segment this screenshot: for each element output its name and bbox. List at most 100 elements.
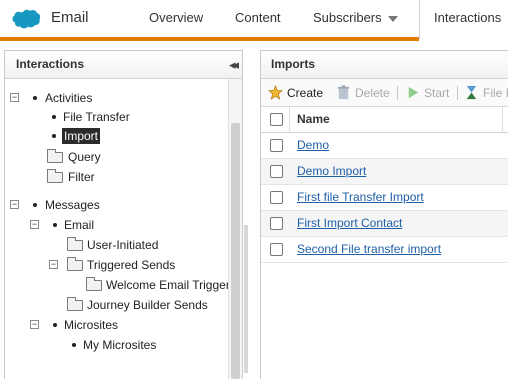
tree-node-label: File Transfer <box>63 110 130 124</box>
toolbar-separator <box>457 86 458 100</box>
imports-grid-header: Name <box>261 107 508 133</box>
tree-node-label: Filter <box>68 170 95 184</box>
tree-node-import[interactable]: Import <box>10 127 220 145</box>
salesforce-cloud-logo-icon[interactable] <box>11 8 41 30</box>
collapse-toggle-icon[interactable]: − <box>30 320 39 329</box>
tree-node-my-microsites[interactable]: My Microsites <box>10 336 220 354</box>
toolbar-separator <box>397 86 398 100</box>
tree-node-user-initiated[interactable]: User-Initiated <box>10 236 220 254</box>
tree-node-label: Email <box>64 218 95 232</box>
table-row[interactable]: Second File transfer import <box>261 237 508 263</box>
bullet-icon <box>33 96 37 100</box>
row-checkbox[interactable] <box>270 139 283 152</box>
folder-icon <box>47 149 63 163</box>
row-checkbox[interactable] <box>270 217 283 230</box>
tree-node-label: Query <box>68 150 101 164</box>
tree-vertical-scrollbar[interactable] <box>228 79 242 379</box>
scrollbar-thumb[interactable] <box>231 123 240 379</box>
top-navigation-bar: Email Overview Content Subscribers Inter… <box>0 0 508 41</box>
folder-icon <box>67 257 83 271</box>
bullet-icon <box>53 323 57 327</box>
import-link[interactable]: Demo Import <box>297 164 366 178</box>
row-checkbox[interactable] <box>270 191 283 204</box>
bullet-icon <box>52 134 56 138</box>
bullet-icon <box>72 343 76 347</box>
row-checkbox[interactable] <box>270 243 283 256</box>
import-link[interactable]: First file Transfer Import <box>297 190 424 204</box>
create-button[interactable]: Create <box>268 85 323 101</box>
import-link[interactable]: Second File transfer import <box>297 242 441 256</box>
imports-panel-header: Imports <box>261 51 508 79</box>
folder-icon <box>47 169 63 183</box>
delete-label: Delete <box>355 86 390 100</box>
collapse-toggle-icon[interactable]: − <box>30 220 39 229</box>
tree-node-label: Microsites <box>64 318 119 332</box>
create-label: Create <box>287 86 324 100</box>
tree-node-journey-builder-sends[interactable]: Journey Builder Sends <box>10 296 220 314</box>
tree-node-label: Welcome Email Trigger <box>106 278 230 292</box>
tab-subscribers-label: Subscribers <box>313 10 382 25</box>
table-row[interactable]: First file Transfer Import <box>261 185 508 211</box>
tree-node-messages[interactable]: − Messages <box>10 196 220 214</box>
tab-interactions-label: Interactions <box>434 10 502 25</box>
import-link[interactable]: First Import Contact <box>297 216 402 230</box>
column-divider <box>289 107 290 133</box>
table-row[interactable]: Demo Import <box>261 159 508 185</box>
tree-node-activities[interactable]: − Activities <box>10 89 220 107</box>
tab-content[interactable]: Content <box>235 10 281 25</box>
tree-panel-header: Interactions ◂◂ <box>5 51 242 79</box>
tree-node-label: Triggered Sends <box>87 258 176 272</box>
bullet-icon <box>52 115 56 119</box>
tree-node-microsites[interactable]: − Microsites <box>10 316 220 334</box>
select-all-checkbox[interactable] <box>270 113 283 126</box>
tree-node-file-transfer[interactable]: File Transfer <box>10 108 220 126</box>
folder-icon <box>67 237 83 251</box>
hourglass-icon <box>466 85 477 100</box>
tree-node-label: Messages <box>45 198 100 212</box>
tab-interactions[interactable]: Interactions <box>419 0 508 41</box>
collapse-toggle-icon[interactable]: − <box>10 200 19 209</box>
star-icon <box>268 85 283 100</box>
file-label: File I <box>483 86 508 100</box>
folder-icon <box>86 277 102 291</box>
double-chevron-left-icon[interactable]: ◂◂ <box>229 51 239 78</box>
folder-icon <box>67 297 83 311</box>
collapse-toggle-icon[interactable]: − <box>10 93 19 102</box>
tree-node-query[interactable]: Query <box>10 148 220 166</box>
table-row[interactable]: First Import Contact <box>261 211 508 237</box>
splitter-handle[interactable] <box>244 225 248 373</box>
trash-icon <box>337 85 350 100</box>
tree-node-email[interactable]: − Email <box>10 216 220 234</box>
tree-node-welcome-email-trigger[interactable]: Welcome Email Trigger <box>10 276 240 294</box>
tree-node-triggered-sends[interactable]: − Triggered Sends <box>10 256 220 274</box>
column-header-name[interactable]: Name <box>297 112 330 126</box>
imports-toolbar: Create Delete Start File I <box>261 79 508 107</box>
tree-node-label: Journey Builder Sends <box>87 298 208 312</box>
start-button[interactable]: Start <box>405 85 449 101</box>
import-link[interactable]: Demo <box>297 138 329 152</box>
app-name[interactable]: Email <box>51 9 89 26</box>
bullet-icon <box>53 223 57 227</box>
play-icon <box>408 86 419 99</box>
start-label: Start <box>424 86 450 100</box>
panel-splitter[interactable] <box>243 50 249 379</box>
row-checkbox[interactable] <box>270 165 283 178</box>
collapse-toggle-icon[interactable]: − <box>49 260 58 269</box>
tree-node-label: User-Initiated <box>87 238 159 252</box>
tree-panel-title: Interactions <box>16 57 85 71</box>
tab-subscribers[interactable]: Subscribers <box>313 10 398 25</box>
tree-node-label: Activities <box>45 91 93 105</box>
interactions-tree-panel: Interactions ◂◂ − Activities File Transf… <box>4 50 243 379</box>
column-divider <box>502 107 503 133</box>
folder-tree: − Activities File Transfer Import Query … <box>5 79 242 379</box>
tab-overview[interactable]: Overview <box>149 10 203 25</box>
tree-node-filter[interactable]: Filter <box>10 168 220 186</box>
bullet-icon <box>33 203 37 207</box>
imports-panel-title: Imports <box>271 57 316 71</box>
delete-button[interactable]: Delete <box>336 85 390 101</box>
tree-node-label-selected: Import <box>62 128 101 144</box>
imports-panel: Imports Create Delete Start File I Name … <box>260 50 508 379</box>
tree-node-label: My Microsites <box>83 338 157 352</box>
table-row[interactable]: Demo <box>261 133 508 159</box>
file-button[interactable]: File I <box>464 85 508 101</box>
